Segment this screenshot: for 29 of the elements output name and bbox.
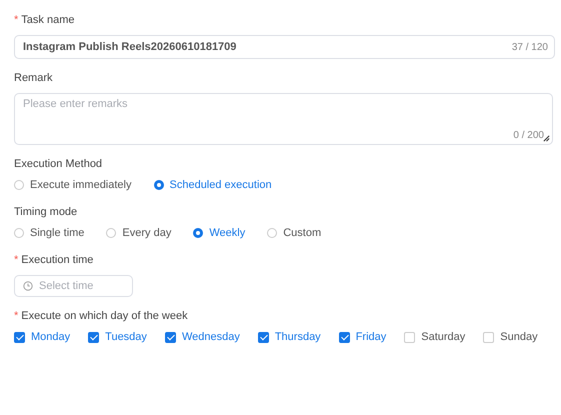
field-label: Remark	[14, 71, 53, 85]
radio-option[interactable]: Scheduled execution	[154, 179, 272, 191]
checkbox-option[interactable]: Monday	[14, 331, 70, 343]
char-counter: 0 / 200	[513, 130, 544, 141]
radio-option[interactable]: Custom	[267, 227, 322, 239]
time-picker[interactable]: Select time	[14, 275, 133, 297]
clock-icon	[23, 281, 33, 291]
text-field[interactable]: Instagram Publish Reels20260610181709 37 / 120	[14, 35, 555, 59]
radio-option[interactable]: Weekly	[193, 227, 246, 239]
required-mark: *	[14, 13, 18, 27]
remark-field[interactable]: Please enter remarks 0 / 200	[14, 93, 553, 145]
checkbox-option[interactable]: Thursday	[258, 331, 321, 343]
field-label: Task name	[21, 13, 74, 27]
field-label: Execution time	[21, 253, 94, 267]
field-label: Execution Method	[14, 157, 102, 171]
field-label: Timing mode	[14, 205, 78, 219]
required-mark: *	[14, 253, 18, 267]
radio-option[interactable]: Execute immediately	[14, 179, 132, 191]
char-counter: 37 / 120	[512, 42, 548, 52]
checkbox-option[interactable]: Friday	[338, 331, 386, 343]
resize-handle-icon[interactable]	[543, 135, 550, 142]
required-mark: *	[14, 309, 18, 323]
checkbox-option[interactable]: Sunday	[483, 331, 538, 343]
radio-option[interactable]: Every day	[106, 227, 172, 239]
checkbox-option[interactable]: Wednesday	[164, 331, 240, 343]
checkbox-option[interactable]: Saturday	[404, 331, 466, 343]
radio-option[interactable]: Single time	[14, 227, 84, 239]
checkbox-option[interactable]: Tuesday	[88, 331, 147, 343]
field-label: Execute on which day of the week	[21, 309, 188, 323]
